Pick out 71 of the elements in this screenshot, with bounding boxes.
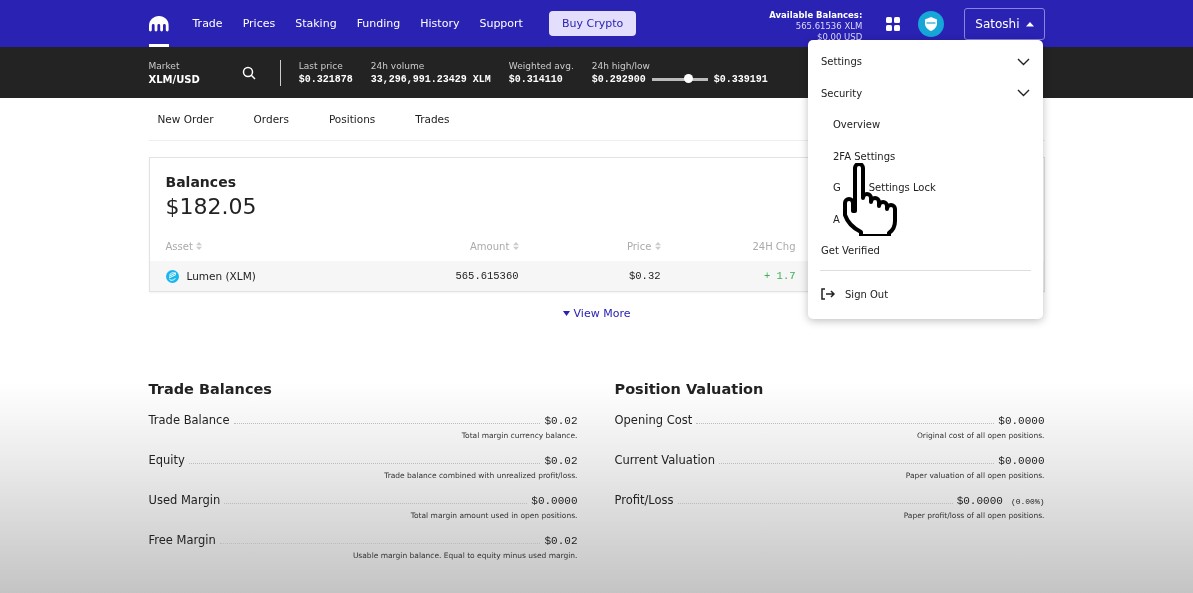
metric-label: Current Valuation bbox=[614, 453, 715, 467]
nav-link[interactable]: Prices bbox=[232, 17, 286, 30]
metric-value: $0.02 bbox=[544, 535, 578, 547]
sort-icon bbox=[654, 241, 661, 250]
view-more-link[interactable]: View More bbox=[556, 306, 637, 321]
user-menu-button[interactable]: Satoshi bbox=[964, 7, 1045, 40]
search-icon[interactable] bbox=[241, 65, 256, 80]
table-cell-text: 565.615360 bbox=[454, 270, 519, 282]
metric-percent: (0.00%) bbox=[1010, 497, 1045, 506]
metric-label: Opening Cost bbox=[614, 413, 693, 427]
section-title: Position Valuation bbox=[614, 381, 765, 397]
buy-crypto-button[interactable]: Buy Crypto bbox=[548, 11, 637, 36]
caret-icon bbox=[562, 311, 570, 316]
metric-value: $0.02 bbox=[544, 415, 578, 427]
metric-label: Free Margin bbox=[148, 533, 216, 547]
sign-out-link[interactable]: Sign Out bbox=[845, 288, 889, 300]
stat-label: Market bbox=[148, 60, 181, 71]
nav-link[interactable]: Trade bbox=[182, 17, 233, 30]
table-cell-text: $0.32 bbox=[628, 270, 661, 282]
metric-label: Trade Balance bbox=[148, 413, 230, 427]
sign-out-icon bbox=[821, 288, 835, 300]
sub-tab[interactable]: Orders bbox=[244, 113, 298, 125]
logo-icon[interactable] bbox=[148, 15, 169, 32]
total-balance: $182.05 bbox=[165, 194, 257, 219]
metric-value: $0.0000 bbox=[956, 495, 1003, 507]
menu-item[interactable]: Overview bbox=[808, 109, 1043, 141]
menu-item[interactable]: A bbox=[808, 203, 1043, 235]
market-pair[interactable]: XLM/USD bbox=[148, 73, 200, 85]
metric-value: $0.0000 bbox=[998, 455, 1045, 467]
balances-title: Available Balances: bbox=[769, 10, 863, 21]
grid-icon[interactable] bbox=[886, 16, 901, 31]
sub-tab[interactable]: Trades bbox=[406, 113, 459, 125]
menu-item-end[interactable]: Settings Lock bbox=[868, 182, 936, 194]
balance-amount: $0.00 USD bbox=[817, 32, 863, 43]
asset-name: Lumen (XLM) bbox=[186, 270, 256, 282]
stat-label: Weighted avg. bbox=[508, 60, 574, 71]
nav-link[interactable]: History bbox=[410, 17, 470, 30]
table-cell-text: + 1.7 bbox=[763, 270, 796, 282]
balance-amount: 565.61536 XLM bbox=[795, 21, 863, 32]
sub-tab[interactable]: Positions bbox=[319, 113, 385, 125]
nav-link[interactable]: Funding bbox=[346, 17, 411, 30]
metric-label: Equity bbox=[148, 453, 185, 467]
sub-tab[interactable]: New Order bbox=[148, 113, 223, 125]
menu-item[interactable]: 2FA Settings bbox=[808, 140, 1043, 172]
coin-icon bbox=[165, 269, 179, 283]
nav-link[interactable]: Staking bbox=[285, 17, 347, 30]
sort-icon bbox=[512, 241, 519, 250]
metric-label: Profit/Loss bbox=[614, 493, 674, 507]
card-title: Balances bbox=[165, 174, 236, 190]
stat-label: 24h high/low bbox=[591, 60, 651, 71]
sort-icon bbox=[196, 241, 203, 250]
section-title: Trade Balances bbox=[148, 381, 273, 397]
menu-section[interactable]: Security bbox=[808, 77, 1043, 109]
metric-value: $0.0000 bbox=[531, 495, 578, 507]
nav-link[interactable]: Support bbox=[469, 17, 533, 30]
stat-value: $0.314110 bbox=[508, 73, 564, 85]
chevron-down-icon bbox=[1017, 89, 1030, 98]
stat-label: 24h volume bbox=[370, 60, 426, 71]
menu-item[interactable]: Get Verified bbox=[808, 235, 1043, 266]
shield-icon[interactable] bbox=[918, 10, 945, 37]
stat-value: $0.321878 bbox=[298, 73, 353, 85]
stat-value: $0.292900 bbox=[591, 73, 646, 85]
stat-value: 33,296,991.23429 XLM bbox=[370, 73, 491, 85]
menu-section[interactable]: Settings bbox=[808, 46, 1043, 78]
metric-label: Used Margin bbox=[148, 493, 221, 507]
metric-value: $0.0000 bbox=[998, 415, 1045, 427]
stat-label: Last price bbox=[298, 60, 344, 71]
stat-value: $0.339191 bbox=[713, 73, 768, 85]
metric-value: $0.02 bbox=[544, 455, 578, 467]
menu-item-start[interactable]: G bbox=[833, 182, 841, 194]
chevron-down-icon bbox=[1017, 57, 1030, 66]
